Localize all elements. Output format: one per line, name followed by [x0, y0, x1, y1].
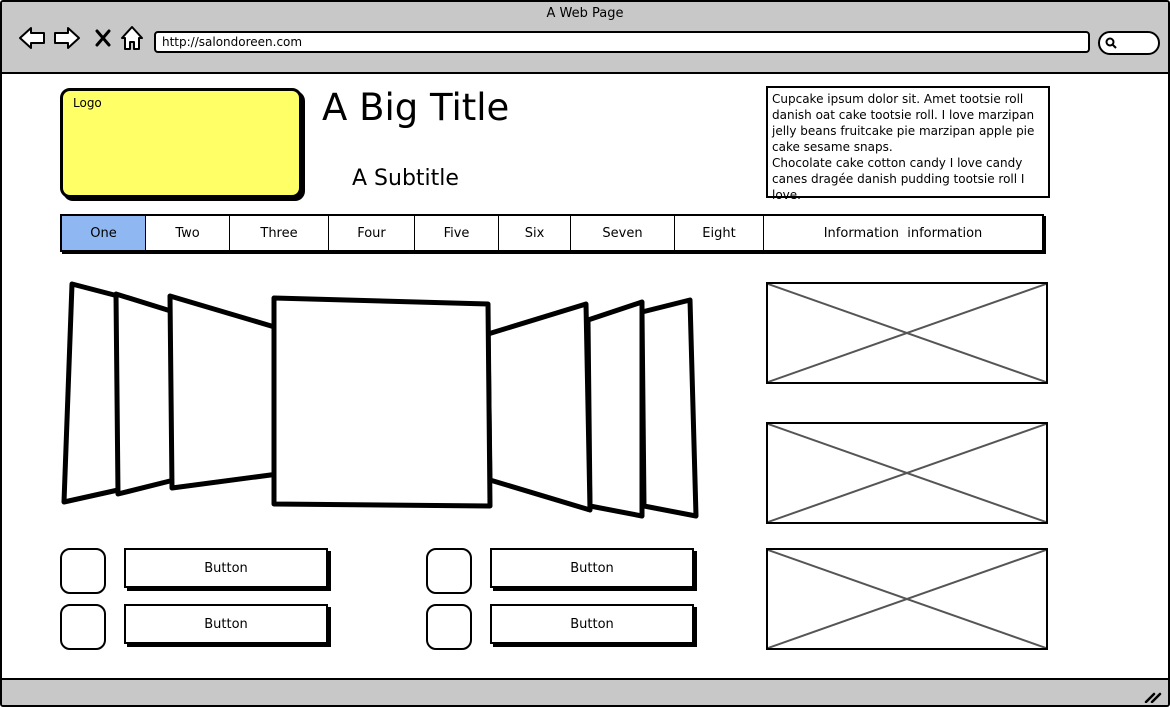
tab-six[interactable]: Six [499, 216, 571, 250]
tab-seven[interactable]: Seven [571, 216, 675, 250]
address-bar[interactable]: http://salondoreen.com [154, 31, 1090, 53]
image-placeholder [766, 548, 1048, 650]
description-paragraph: Cupcake ipsum dolor sit. Amet tootsie ro… [772, 92, 1035, 154]
button-1[interactable]: Button [124, 548, 328, 588]
checkbox[interactable] [60, 548, 106, 594]
cover-flow-center [271, 295, 493, 509]
cover-flow-item [639, 297, 699, 519]
home-icon[interactable] [118, 24, 146, 52]
window-title: A Web Page [546, 6, 624, 21]
tab-two[interactable]: Two [146, 216, 230, 250]
button-2[interactable]: Button [124, 604, 328, 644]
checkbox[interactable] [426, 548, 472, 594]
browser-window: A Web Page http://salondoreen.com Logo A… [0, 0, 1170, 707]
forward-arrow-icon[interactable] [53, 24, 81, 52]
status-bar [2, 678, 1168, 705]
tab-information[interactable]: Information information [764, 216, 1042, 250]
cover-flow-item [485, 301, 593, 513]
browser-toolbar: A Web Page http://salondoreen.com [2, 2, 1168, 74]
cover-flow-item [113, 291, 177, 497]
description-text: Cupcake ipsum dolor sit. Amet tootsie ro… [766, 86, 1050, 202]
button-3[interactable]: Button [490, 548, 694, 588]
cover-flow[interactable] [58, 278, 704, 528]
page-title: A Big Title [322, 86, 510, 129]
cover-flow-item [61, 281, 121, 505]
tab-three[interactable]: Three [230, 216, 329, 250]
image-placeholder [766, 422, 1048, 524]
description-paragraph: Chocolate cake cotton candy I love candy… [772, 156, 1025, 202]
image-icon [768, 424, 1046, 522]
tab-one[interactable]: One [62, 216, 146, 250]
tab-eight[interactable]: Eight [675, 216, 764, 250]
tab-four[interactable]: Four [329, 216, 415, 250]
checkbox[interactable] [426, 604, 472, 650]
tab-bar: One Two Three Four Five Six Seven Eight … [60, 214, 1044, 252]
image-icon [768, 284, 1046, 382]
cover-flow-item [585, 299, 645, 519]
button-4[interactable]: Button [490, 604, 694, 644]
logo-label: Logo [73, 96, 102, 110]
image-placeholder [766, 282, 1048, 384]
resize-handle-icon[interactable] [1144, 689, 1162, 703]
back-arrow-icon[interactable] [18, 24, 46, 52]
cover-flow-item [167, 293, 281, 491]
search-icon [1105, 37, 1117, 49]
page-subtitle: A Subtitle [352, 166, 459, 191]
close-icon[interactable] [90, 24, 118, 52]
search-field[interactable] [1098, 31, 1160, 55]
image-icon [768, 550, 1046, 648]
logo: Logo [60, 88, 302, 198]
tab-five[interactable]: Five [415, 216, 499, 250]
checkbox[interactable] [60, 604, 106, 650]
